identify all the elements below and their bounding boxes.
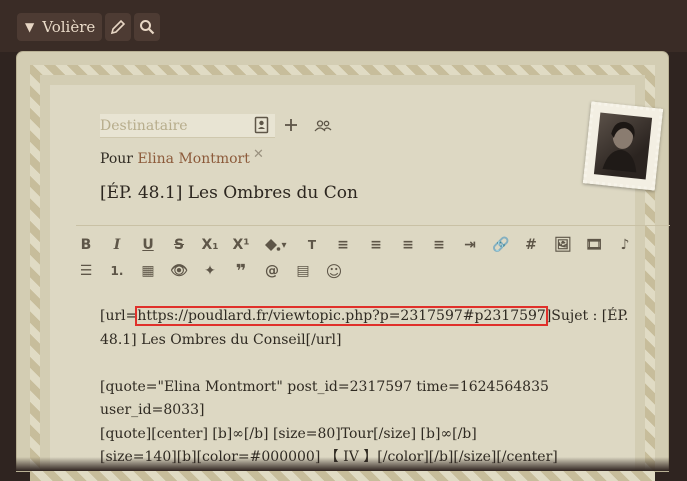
message-form: Destinataire Pour Elina Montmort ✕ [ÉP. … [50,85,670,471]
dice-icon: ▤ [296,263,310,279]
envelope-panel: Destinataire Pour Elina Montmort ✕ [ÉP. … [17,52,670,481]
recipient-name: Elina Montmort [137,151,250,167]
table-button[interactable]: ▦ [138,261,158,281]
italic-button[interactable]: I [107,235,127,255]
quote-button[interactable]: ❞ [231,260,251,282]
subscript-button[interactable]: X₁ [200,235,220,255]
voliere-label: Volière [42,18,96,36]
underline-icon: U [142,237,154,253]
remove-recipient-icon[interactable]: ✕ [253,147,264,162]
top-bar: ▼ Volière [0,0,687,52]
editor-line: user_id=8033] [100,402,205,418]
justify-button[interactable]: ≡ [429,235,449,255]
hashtag-icon: # [525,237,537,253]
search-icon [140,20,155,35]
video-button[interactable]: 🎞 [584,235,604,255]
chevron-down-icon: ▾ [281,239,287,251]
url-tag-rest: ]Sujet : [ÉP. [545,308,629,324]
bold-icon: B [80,237,92,253]
magic-wand-icon: ✦ [204,263,216,279]
quote-icon: ❞ [235,260,247,282]
bold-button[interactable]: B [76,235,96,255]
align-left-button[interactable]: ≡ [333,235,353,255]
recipient-prefix: Pour [100,151,133,167]
address-book-icon[interactable] [253,115,271,135]
font-size-button[interactable]: T [302,235,322,255]
link-button[interactable]: 🔗 [491,235,511,255]
music-icon: ♪ [620,237,630,253]
editor-line: [url=https://poudlard.fr/viewtopic.php?p… [100,305,640,329]
link-icon: 🔗 [492,237,510,253]
portrait-image [593,112,653,180]
numbered-list-icon: 1. [110,264,124,278]
strikethrough-button[interactable]: S [169,235,189,255]
numbered-list-button[interactable]: 1. [107,261,127,281]
italic-icon: I [113,237,121,253]
superscript-icon: X¹ [232,237,250,253]
message-textarea[interactable]: [url=https://poudlard.fr/viewtopic.php?p… [100,305,640,470]
indent-icon: ⇥ [464,237,476,253]
recipient-input[interactable]: Destinataire [100,114,275,138]
bullet-list-button[interactable]: ☰ [76,261,96,281]
editor-line: [quote="Elina Montmort" post_id=2317597 … [100,378,549,395]
align-left-icon: ≡ [337,237,349,253]
eye-slash-icon: 👁 [170,263,188,279]
editor-line: 48.1] Les Ombres du Conseil[/url] [100,331,342,348]
at-icon: @ [265,263,279,279]
mention-button[interactable]: @ [262,261,282,281]
caret-down-icon: ▼ [25,20,35,34]
align-right-icon: ≡ [402,237,414,253]
justify-icon: ≡ [433,237,445,253]
align-center-icon: ≡ [370,237,382,253]
superscript-button[interactable]: X¹ [231,235,251,255]
align-right-button[interactable]: ≡ [398,235,418,255]
search-button[interactable] [134,13,160,41]
recipient-line: Pour Elina Montmort [100,151,250,167]
subscript-icon: X₁ [201,237,219,253]
align-center-button[interactable]: ≡ [366,235,386,255]
editor-line: [quote][center] [b]∞[/b] [size=80]Tour[/… [100,425,477,442]
strikethrough-icon: S [173,237,185,253]
stamp-avatar [582,101,664,191]
voliere-menu-button[interactable]: ▼ Volière [17,13,102,41]
paint-bucket-icon [265,239,281,251]
subject-field[interactable]: [ÉP. 48.1] Les Ombres du Con [100,183,358,203]
group-recipients-icon[interactable] [313,118,333,134]
url-tag-open: [url= [100,308,138,324]
bullet-list-icon: ☰ [79,263,93,279]
emoji-button[interactable]: ☺ [324,261,344,281]
spoiler-button[interactable]: 👁 [169,261,189,281]
image-icon: 🖼 [554,237,572,253]
add-recipient-icon[interactable] [282,116,300,134]
video-icon: 🎞 [585,237,603,253]
pencil-icon [110,19,126,35]
smiley-icon: ☺ [325,261,343,281]
image-button[interactable]: 🖼 [553,235,573,255]
hashtag-button[interactable]: # [521,235,541,255]
music-button[interactable]: ♪ [615,235,635,255]
highlighted-url[interactable]: https://poudlard.fr/viewtopic.php?p=2317… [135,306,548,326]
color-button[interactable]: ▾ [259,235,291,255]
dice-button[interactable]: ▤ [293,261,313,281]
font-size-icon: T [307,238,317,252]
indent-button[interactable]: ⇥ [460,235,480,255]
magic-wand-button[interactable]: ✦ [200,261,220,281]
bottom-shadow [0,457,687,471]
underline-button[interactable]: U [138,235,158,255]
pencil-button[interactable] [105,13,131,41]
table-icon: ▦ [141,263,155,279]
editor-toolbar: B I U S X₁ X¹ ▾ T ≡ ≡ ≡ ≡ ⇥ 🔗 # 🖼 🎞 ♪ ☰ … [76,225,670,289]
